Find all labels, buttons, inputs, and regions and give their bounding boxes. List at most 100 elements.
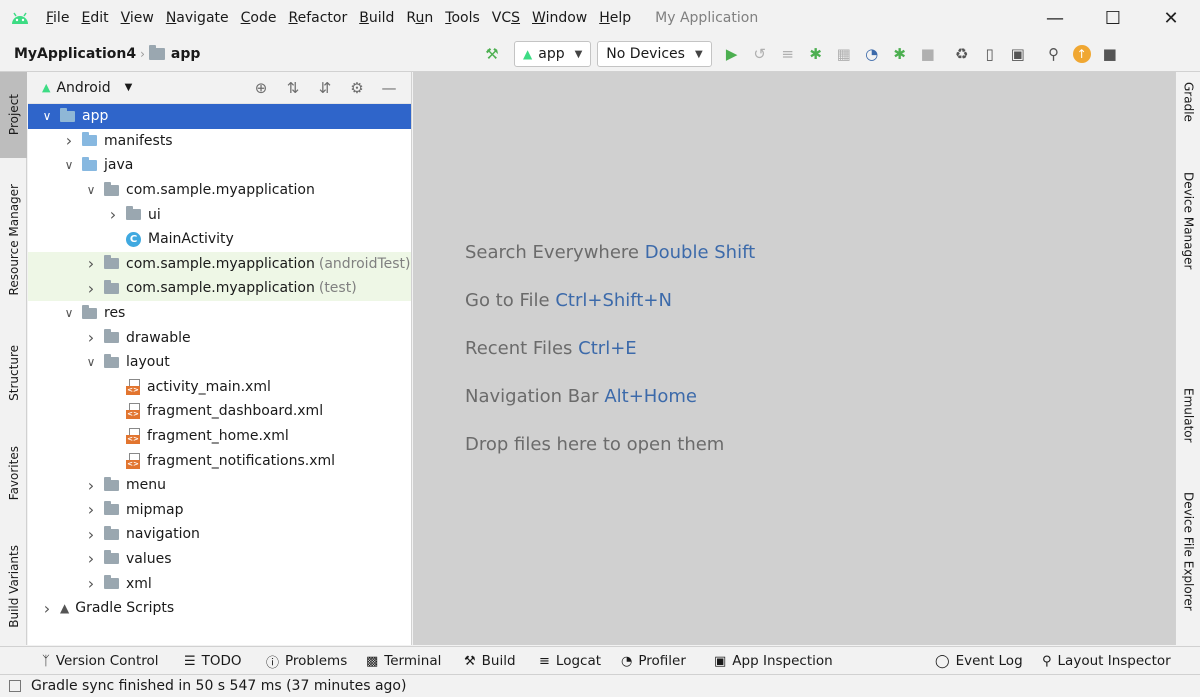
attach-debugger-process-icon[interactable]: ✱ — [886, 40, 914, 68]
tree-item[interactable]: fragment_home.xml — [28, 424, 411, 449]
breadcrumb-project[interactable]: MyApplication4 — [0, 46, 136, 62]
tool-tab-device-manager[interactable]: Device Manager — [1176, 172, 1200, 302]
tool-tab-version-control[interactable]: ᛉ Version Control — [42, 647, 159, 675]
tree-item[interactable]: › navigation — [28, 522, 411, 547]
menu-edit[interactable]: Edit — [75, 0, 114, 36]
run-config-select[interactable]: ▲ app ▼ — [514, 41, 592, 67]
toggle-tool-windows-icon[interactable] — [9, 680, 21, 692]
tool-tab-event-log[interactable]: ◯ Event Log — [935, 647, 1023, 675]
chevron-right-icon[interactable]: › — [62, 131, 76, 150]
tree-item[interactable]: ∨ com.sample.myapplication — [28, 178, 411, 203]
apply-changes-icon[interactable]: ↺ — [746, 40, 774, 68]
menu-window[interactable]: Window — [526, 0, 593, 36]
apply-code-changes-icon[interactable]: ≡ — [774, 40, 802, 68]
tool-tab-layout-inspector[interactable]: ⚲ Layout Inspector — [1042, 647, 1171, 675]
chevron-right-icon[interactable]: › — [106, 205, 120, 224]
chevron-right-icon[interactable]: › — [84, 500, 98, 519]
chevron-down-icon[interactable]: ∨ — [62, 306, 76, 320]
chevron-down-icon[interactable]: ▼ — [125, 82, 133, 93]
tool-tab-resource-manager[interactable]: Resource Manager — [0, 166, 27, 314]
chevron-down-icon[interactable]: ∨ — [84, 355, 98, 369]
bottom-tool-bar: ᛉ Version Control ☰ TODO ⓘ Problems ▩ Te… — [0, 646, 1200, 674]
project-view-select[interactable]: Android — [56, 80, 110, 96]
chevron-right-icon[interactable]: › — [84, 574, 98, 593]
menu-run[interactable]: Run — [400, 0, 439, 36]
menu-code[interactable]: Code — [235, 0, 283, 36]
chevron-down-icon[interactable]: ∨ — [84, 183, 98, 197]
tool-tab-problems[interactable]: ⓘ Problems — [266, 647, 347, 675]
update-icon[interactable]: ↑ — [1068, 40, 1096, 68]
menu-tools[interactable]: Tools — [439, 0, 486, 36]
tree-item[interactable]: › mipmap — [28, 498, 411, 523]
menu-vcs[interactable]: VCS — [486, 0, 526, 36]
device-manager-icon[interactable]: ▯ — [976, 40, 1004, 68]
gear-icon[interactable]: ⚙ — [341, 79, 373, 97]
tool-tab-profiler[interactable]: ◔ Profiler — [621, 647, 686, 675]
tool-tab-project[interactable]: Project — [0, 72, 27, 158]
debug-icon[interactable]: ✱ — [802, 40, 830, 68]
menu-build[interactable]: Build — [353, 0, 400, 36]
tree-item[interactable]: › xml — [28, 571, 411, 596]
tree-item[interactable]: › com.sample.myapplication (androidTest) — [28, 251, 411, 277]
tree-item[interactable]: ∨ java — [28, 153, 411, 178]
attach-debugger-icon[interactable]: ▦ — [830, 40, 858, 68]
menu-view[interactable]: View — [115, 0, 160, 36]
tool-tab-app-inspection[interactable]: ▣ App Inspection — [714, 647, 833, 675]
chevron-right-icon[interactable]: › — [40, 599, 54, 618]
tree-item[interactable]: › com.sample.myapplication (test) — [28, 276, 411, 301]
locate-icon[interactable]: ⊕ — [245, 79, 277, 97]
tree-item[interactable]: activity_main.xml — [28, 375, 411, 400]
chevron-right-icon[interactable]: › — [84, 279, 98, 298]
stop-icon[interactable]: ■ — [914, 40, 942, 68]
tree-item[interactable]: fragment_notifications.xml — [28, 448, 411, 473]
tree-item[interactable]: C MainActivity — [28, 227, 411, 252]
sdk-manager-icon[interactable]: ▣ — [1004, 40, 1032, 68]
chevron-down-icon[interactable]: ∨ — [62, 158, 76, 172]
close-icon[interactable]: ✕ — [1142, 0, 1200, 36]
collapse-all-icon[interactable]: ⇵ — [309, 79, 341, 97]
chevron-right-icon[interactable]: › — [84, 476, 98, 495]
tree-item[interactable]: ∨ app — [28, 104, 411, 129]
tree-item[interactable]: › ▲ Gradle Scripts — [28, 596, 411, 621]
tree-item[interactable]: › manifests — [28, 129, 411, 154]
tree-item[interactable]: › drawable — [28, 325, 411, 350]
chevron-right-icon[interactable]: › — [84, 549, 98, 568]
sync-gradle-icon[interactable]: ♻ — [948, 40, 976, 68]
chevron-right-icon[interactable]: › — [84, 525, 98, 544]
profile-icon[interactable]: ◔ — [858, 40, 886, 68]
menu-file[interactable]: File — [40, 0, 75, 36]
chevron-right-icon[interactable]: › — [84, 254, 98, 273]
tree-item[interactable]: ∨ layout — [28, 350, 411, 375]
breadcrumb-module[interactable]: app — [148, 44, 200, 62]
tool-tab-build-variants[interactable]: Build Variants — [0, 530, 27, 642]
tree-item[interactable]: ∨ res — [28, 301, 411, 326]
chevron-down-icon[interactable]: ∨ — [40, 109, 54, 123]
tool-tab-terminal[interactable]: ▩ Terminal — [366, 647, 441, 675]
build-hammer-icon[interactable]: ⚒ — [478, 40, 506, 68]
tool-tab-logcat[interactable]: ≡ Logcat — [539, 647, 601, 675]
search-icon[interactable]: ⚲ — [1040, 40, 1068, 68]
tool-tab-emulator[interactable]: Emulator — [1176, 388, 1200, 468]
menu-navigate[interactable]: Navigate — [160, 0, 235, 36]
tool-tab-favorites[interactable]: Favorites — [0, 430, 27, 516]
maximize-icon[interactable]: ☐ — [1084, 0, 1142, 36]
hide-icon[interactable]: — — [373, 79, 405, 97]
tool-tab-structure[interactable]: Structure — [0, 328, 27, 418]
menu-help[interactable]: Help — [593, 0, 637, 36]
minimize-icon[interactable]: — — [1026, 0, 1084, 36]
menu-refactor[interactable]: Refactor — [282, 0, 353, 36]
tree-item[interactable]: › menu — [28, 473, 411, 498]
run-icon[interactable]: ▶ — [718, 40, 746, 68]
expand-all-icon[interactable]: ⇅ — [277, 79, 309, 97]
chevron-right-icon[interactable]: › — [84, 328, 98, 347]
tool-tab-device-file-explorer[interactable]: Device File Explorer — [1176, 492, 1200, 642]
tool-tab-gradle[interactable]: Gradle — [1176, 82, 1200, 148]
tree-item[interactable]: › values — [28, 547, 411, 572]
tool-tab-todo[interactable]: ☰ TODO — [184, 647, 242, 675]
tree-item[interactable]: fragment_dashboard.xml — [28, 399, 411, 424]
device-select[interactable]: No Devices ▼ — [597, 41, 712, 67]
tool-tab-build[interactable]: ⚒ Build — [464, 647, 516, 675]
editor-empty-area[interactable]: Search Everywhere Double Shift Go to Fil… — [413, 72, 1175, 645]
tree-item[interactable]: › ui — [28, 202, 411, 227]
account-icon[interactable]: ■ — [1096, 40, 1124, 68]
